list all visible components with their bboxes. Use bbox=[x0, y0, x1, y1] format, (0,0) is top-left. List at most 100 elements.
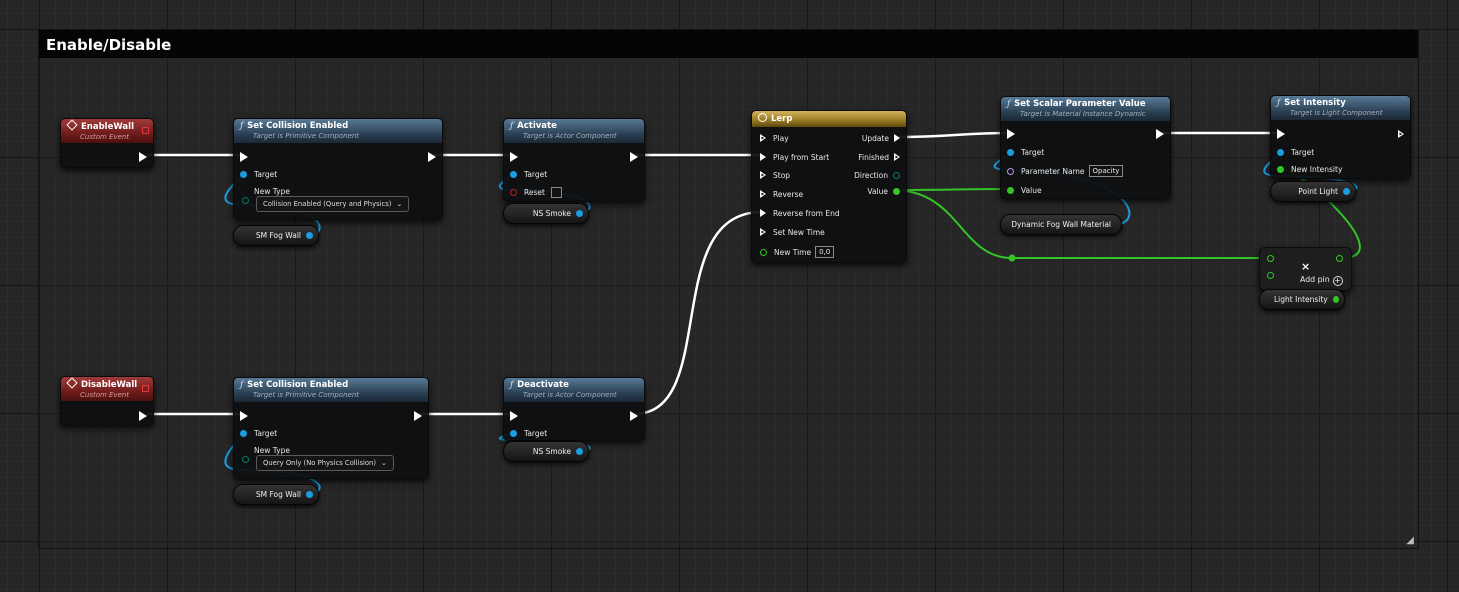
target-label: Target bbox=[1291, 147, 1315, 157]
dynamic-fog-wall-material-variable[interactable]: Dynamic Fog Wall Material bbox=[1000, 214, 1122, 235]
exec-out-pin[interactable] bbox=[630, 411, 638, 421]
variable-out-pin[interactable] bbox=[576, 210, 583, 217]
set-scalar-parameter-value-node[interactable]: ƒ Set Scalar Parameter Value Target is Ma… bbox=[1000, 96, 1171, 199]
new-intensity-label: New Intensity bbox=[1291, 164, 1343, 174]
disable-wall-subtitle: Custom Event bbox=[80, 391, 130, 399]
target-pin[interactable] bbox=[240, 170, 247, 178]
sm-fog-wall-variable-1[interactable]: SM Fog Wall bbox=[233, 225, 319, 246]
deactivate-node[interactable]: ƒ Deactivate Target is Actor Component Ta… bbox=[503, 377, 645, 441]
function-icon: ƒ bbox=[240, 380, 244, 390]
target-label: Target bbox=[1021, 147, 1045, 157]
target-pin[interactable] bbox=[240, 429, 247, 437]
update-pin[interactable] bbox=[894, 134, 900, 142]
reset-pin[interactable] bbox=[510, 188, 517, 196]
exec-out-pin[interactable] bbox=[414, 411, 422, 421]
activate-node[interactable]: ƒ Activate Target is Actor Component Targ… bbox=[503, 118, 645, 202]
parameter-name-input[interactable]: Opacity bbox=[1088, 165, 1124, 177]
variable-out-pin[interactable] bbox=[306, 491, 313, 498]
new-time-input[interactable]: 0,0 bbox=[815, 246, 835, 258]
exec-in-pin[interactable] bbox=[1007, 129, 1015, 139]
variable-label: SM Fog Wall bbox=[255, 231, 301, 240]
exec-out-pin[interactable] bbox=[428, 152, 436, 162]
value-pin[interactable] bbox=[1007, 186, 1014, 194]
new-time-pin[interactable] bbox=[760, 248, 767, 256]
stop-pin[interactable] bbox=[760, 171, 766, 179]
input-a-pin[interactable] bbox=[1267, 255, 1274, 262]
direction-pin[interactable] bbox=[893, 171, 900, 179]
finished-pin[interactable] bbox=[894, 153, 900, 161]
variable-out-pin[interactable] bbox=[1343, 188, 1350, 195]
sm-fog-wall-variable-2[interactable]: SM Fog Wall bbox=[233, 484, 319, 505]
value-label: Value bbox=[867, 186, 888, 196]
function-icon: ƒ bbox=[240, 121, 244, 131]
variable-label: Light Intensity bbox=[1274, 295, 1328, 304]
node-subtitle: Target is Actor Component bbox=[523, 132, 617, 140]
play-pin[interactable] bbox=[760, 134, 766, 142]
exec-out-pin[interactable] bbox=[1156, 129, 1164, 139]
function-icon: ƒ bbox=[510, 121, 514, 131]
play-label: Play bbox=[773, 133, 789, 143]
set-intensity-node[interactable]: ƒ Set Intensity Target is Light Component… bbox=[1270, 95, 1411, 179]
exec-in-pin[interactable] bbox=[1277, 129, 1285, 139]
function-icon: ƒ bbox=[510, 380, 514, 390]
light-intensity-variable[interactable]: Light Intensity bbox=[1259, 289, 1345, 310]
new-type-dropdown[interactable]: Collision Enabled (Query and Physics) ⌄ bbox=[256, 196, 410, 212]
variable-out-pin[interactable] bbox=[576, 448, 583, 455]
target-pin[interactable] bbox=[1277, 148, 1284, 156]
exec-in-pin[interactable] bbox=[510, 152, 518, 162]
variable-out-pin[interactable] bbox=[1332, 296, 1339, 303]
new-type-pin[interactable] bbox=[242, 455, 249, 463]
lerp-title: Lerp bbox=[771, 114, 793, 124]
reverse-from-end-pin[interactable] bbox=[760, 209, 766, 217]
clock-icon bbox=[758, 113, 767, 122]
reset-checkbox[interactable] bbox=[550, 186, 562, 198]
resize-handle-icon[interactable]: ◢ bbox=[1406, 535, 1414, 546]
new-type-dropdown[interactable]: Query Only (No Physics Collision) ⌄ bbox=[256, 455, 394, 471]
target-label: Target bbox=[254, 428, 278, 438]
set-collision-enabled-node-1[interactable]: ƒ Set Collision Enabled Target is Primiti… bbox=[233, 118, 443, 220]
target-pin[interactable] bbox=[1007, 148, 1014, 156]
parameter-name-label: Parameter Name bbox=[1021, 166, 1085, 176]
disable-wall-event-node[interactable]: DisableWall Custom Event bbox=[60, 376, 154, 426]
enable-wall-event-node[interactable]: EnableWall Custom Event bbox=[60, 118, 154, 168]
target-label: Target bbox=[524, 428, 548, 438]
node-title: Deactivate bbox=[517, 380, 569, 390]
variable-out-pin[interactable] bbox=[306, 232, 313, 239]
multiply-node[interactable]: × Add pin + bbox=[1259, 247, 1352, 291]
target-pin[interactable] bbox=[510, 170, 517, 178]
input-b-pin[interactable] bbox=[1267, 272, 1274, 279]
new-intensity-pin[interactable] bbox=[1277, 165, 1284, 173]
delegate-pin[interactable] bbox=[142, 127, 149, 134]
delegate-pin[interactable] bbox=[142, 385, 149, 392]
node-title: Set Scalar Parameter Value bbox=[1014, 99, 1146, 109]
set-collision-enabled-node-2[interactable]: ƒ Set Collision Enabled Target is Primiti… bbox=[233, 377, 429, 479]
add-pin-plus-icon[interactable]: + bbox=[1332, 276, 1343, 286]
point-light-variable[interactable]: Point Light bbox=[1270, 181, 1356, 202]
ns-smoke-variable-2[interactable]: NS Smoke bbox=[503, 441, 589, 462]
variable-label: NS Smoke bbox=[532, 447, 571, 456]
exec-out-pin[interactable] bbox=[139, 411, 147, 421]
output-pin[interactable] bbox=[1336, 255, 1343, 262]
reverse-pin[interactable] bbox=[760, 190, 766, 198]
comment-title[interactable]: Enable/Disable bbox=[39, 30, 1418, 58]
lerp-timeline-node[interactable]: Lerp Play Play from Start Stop Reverse R… bbox=[751, 110, 907, 263]
ns-smoke-variable-1[interactable]: NS Smoke bbox=[503, 203, 589, 224]
exec-in-pin[interactable] bbox=[240, 152, 248, 162]
parameter-name-pin[interactable] bbox=[1007, 167, 1014, 175]
exec-out-pin[interactable] bbox=[1398, 130, 1404, 138]
node-title: Activate bbox=[517, 121, 557, 131]
reverse-from-end-label: Reverse from End bbox=[773, 208, 840, 218]
exec-in-pin[interactable] bbox=[240, 411, 248, 421]
value-pin[interactable] bbox=[893, 187, 900, 195]
exec-out-pin[interactable] bbox=[139, 152, 147, 162]
exec-in-pin[interactable] bbox=[510, 411, 518, 421]
play-from-start-pin[interactable] bbox=[760, 153, 766, 161]
set-new-time-pin[interactable] bbox=[760, 228, 766, 236]
variable-label: SM Fog Wall bbox=[255, 490, 301, 499]
exec-out-pin[interactable] bbox=[630, 152, 638, 162]
play-from-start-label: Play from Start bbox=[773, 152, 830, 162]
new-type-pin[interactable] bbox=[242, 196, 249, 204]
chevron-down-icon: ⌄ bbox=[381, 459, 387, 467]
node-title: Set Intensity bbox=[1284, 98, 1346, 108]
target-pin[interactable] bbox=[510, 429, 517, 437]
